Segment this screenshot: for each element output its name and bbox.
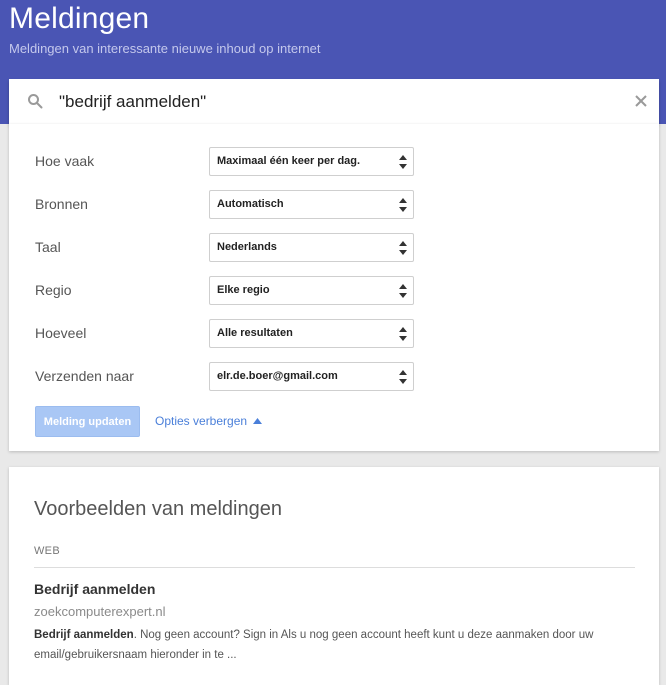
result-url: zoekcomputerexpert.nl [34,604,166,619]
examples-heading: Voorbeelden van meldingen [34,498,282,520]
up-down-arrows-icon [399,241,407,255]
hide-options-link[interactable]: Opties verbergen [155,414,263,428]
options-card: Hoe vaak Maximaal één keer per dag. Bron… [9,124,659,451]
option-row-quantity: Hoeveel Alle resultaten [9,319,659,349]
deliver-to-select[interactable]: elr.de.boer@gmail.com [209,362,414,391]
frequency-select[interactable]: Maximaal één keer per dag. [209,147,414,176]
language-select[interactable]: Nederlands [209,233,414,262]
select-value: Nederlands [217,241,277,253]
up-down-arrows-icon [399,370,407,384]
search-icon [28,94,43,109]
option-row-region: Regio Elke regio [9,276,659,306]
option-label: Regio [35,282,72,298]
sources-select[interactable]: Automatisch [209,190,414,219]
up-down-arrows-icon [399,327,407,341]
option-row-sources: Bronnen Automatisch [9,190,659,220]
examples-card: Voorbeelden van meldingen WEB Bedrijf aa… [9,467,659,685]
select-value: Alle resultaten [217,327,293,339]
up-down-arrows-icon [399,284,407,298]
update-alert-button[interactable]: Melding updaten [35,406,140,437]
up-down-arrows-icon [399,198,407,212]
option-label: Taal [35,239,61,255]
option-label: Bronnen [35,196,88,212]
option-label: Hoeveel [35,325,87,341]
search-bar [9,79,659,124]
option-row-language: Taal Nederlands [9,233,659,263]
region-select[interactable]: Elke regio [209,276,414,305]
select-value: Maximaal één keer per dag. [217,155,361,167]
option-label: Verzenden naar [35,368,134,384]
divider [34,567,635,568]
select-value: Automatisch [217,198,284,210]
select-value: elr.de.boer@gmail.com [217,370,338,382]
option-row-deliver-to: Verzenden naar elr.de.boer@gmail.com [9,362,659,392]
app-title: Meldingen [9,2,150,35]
hide-options-label: Opties verbergen [155,414,248,428]
section-label: WEB [34,545,60,557]
result-snippet: Bedrijf aanmelden. Nog geen account? Sig… [34,625,634,665]
search-input[interactable] [59,90,619,114]
up-down-arrows-icon [399,155,407,169]
app-subtitle: Meldingen van interessante nieuwe inhoud… [9,41,321,56]
result-title[interactable]: Bedrijf aanmelden [34,581,155,597]
option-row-frequency: Hoe vaak Maximaal één keer per dag. [9,147,659,177]
snippet-highlight: Bedrijf aanmelden [34,629,134,641]
quantity-select[interactable]: Alle resultaten [209,319,414,348]
triangle-up-icon [253,418,263,424]
select-value: Elke regio [217,284,270,296]
option-label: Hoe vaak [35,153,95,169]
close-icon[interactable] [633,93,649,109]
